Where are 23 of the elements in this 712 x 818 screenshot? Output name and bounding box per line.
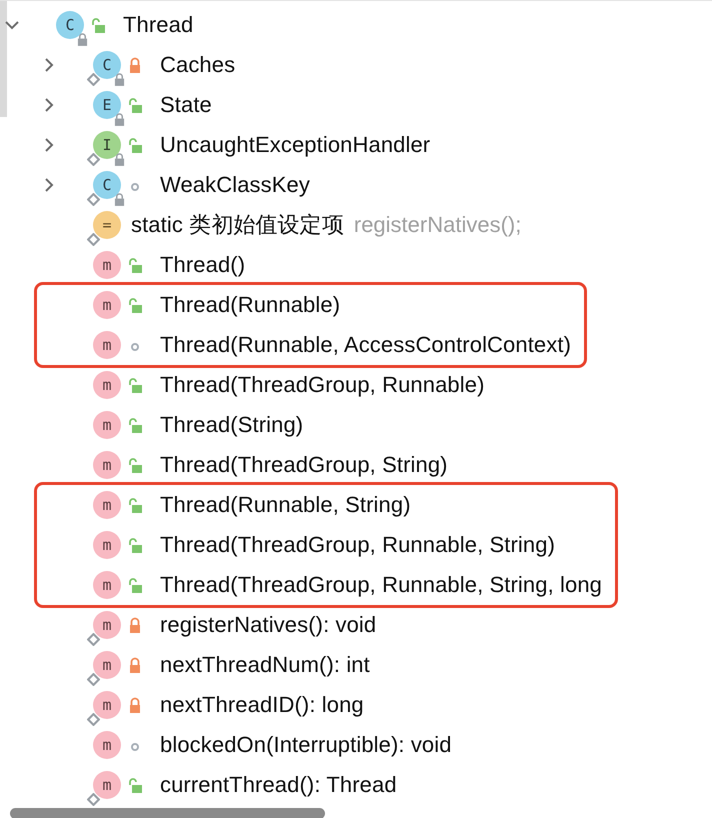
tree-item-hint: registerNatives(); [354,212,522,238]
tree-item-label[interactable]: UncaughtExceptionHandler [160,132,430,158]
tree-item-label[interactable]: Thread(Runnable) [160,292,340,318]
tree-item-label[interactable]: Thread(Runnable, String) [160,492,411,518]
tree-item-label[interactable]: Thread(Runnable, AccessControlContext) [160,332,572,358]
tree-item-label[interactable]: Caches [160,52,236,78]
tree-item-label[interactable]: registerNatives(): void [160,612,376,638]
tree-item-label[interactable]: Thread [123,12,194,38]
tree-item-label[interactable]: Thread(ThreadGroup, Runnable, String) [160,532,556,558]
scrollbar-thumb[interactable] [0,1,7,117]
scrollbar-thumb[interactable] [10,808,325,818]
tree-item-label[interactable]: Thread(ThreadGroup, String) [160,452,448,478]
tree-item-label[interactable]: Thread(ThreadGroup, Runnable) [160,372,485,398]
tree-item-label[interactable]: Thread() [160,252,246,278]
tree-item-label[interactable]: Thread(String) [160,412,304,438]
tree-item-label[interactable]: blockedOn(Interruptible): void [160,732,452,758]
tree-item-label[interactable]: static 类初始值设定项 [131,210,344,240]
tree-item-label[interactable]: currentThread(): Thread [160,772,397,798]
tree-item-label[interactable]: WeakClassKey [160,172,310,198]
tree-item-label[interactable]: nextThreadID(): long [160,692,364,718]
tree-item-label[interactable]: nextThreadNum(): int [160,652,370,678]
tree-item-label[interactable]: State [160,92,212,118]
tree-item-label[interactable]: Thread(ThreadGroup, Runnable, String, long [160,572,602,598]
